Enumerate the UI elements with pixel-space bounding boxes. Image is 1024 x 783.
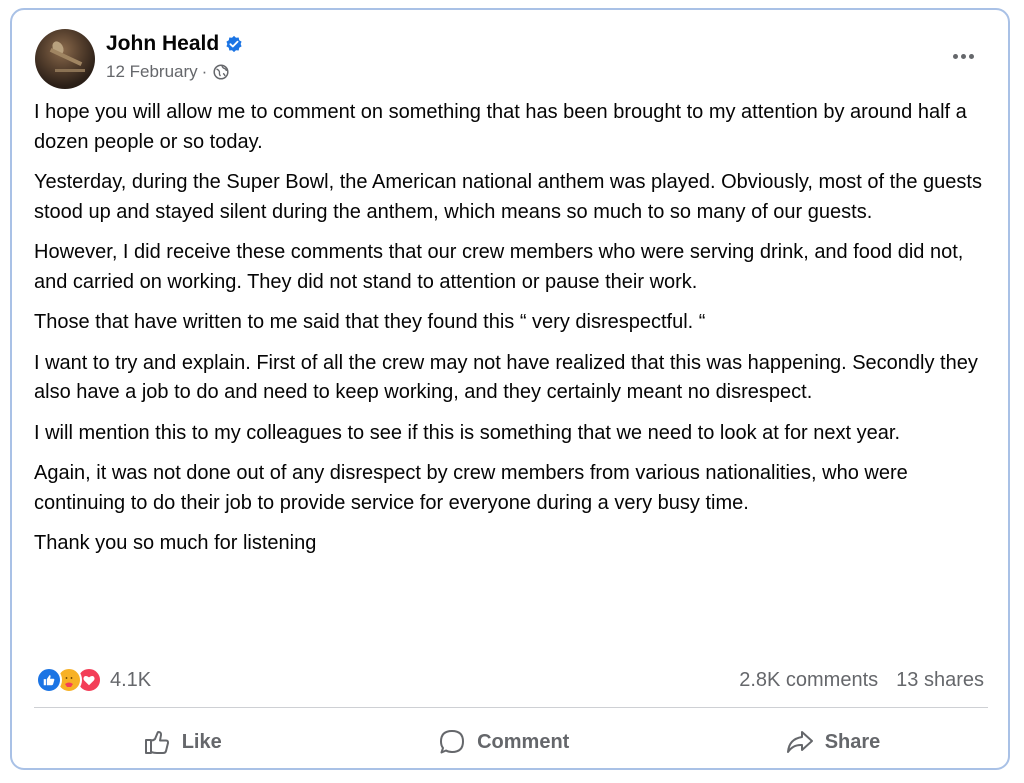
shares-count[interactable]: 13 shares bbox=[896, 669, 984, 692]
post-paragraph: Yesterday, during the Super Bowl, the Am… bbox=[34, 171, 982, 223]
like-button[interactable]: Like bbox=[142, 727, 222, 757]
comment-label: Comment bbox=[477, 730, 570, 753]
globe-icon[interactable] bbox=[213, 64, 229, 80]
post-paragraph: Thank you so much for listening bbox=[34, 532, 317, 554]
engagement-stats: 2.8K comments 13 shares bbox=[739, 666, 984, 694]
post-actions-bar: Like Comment Share bbox=[34, 722, 988, 762]
dot-icon bbox=[968, 53, 974, 59]
share-label: Share bbox=[824, 730, 881, 753]
meta-separator: · bbox=[201, 62, 208, 81]
verified-badge-icon bbox=[226, 35, 242, 53]
post-paragraph: Again, it was not done out of any disres… bbox=[34, 462, 908, 514]
thumbs-up-icon bbox=[144, 731, 169, 754]
post-paragraph: Those that have written to me said that … bbox=[34, 311, 706, 333]
comment-button[interactable]: Comment bbox=[437, 727, 569, 757]
like-label: Like bbox=[181, 730, 222, 753]
comments-count[interactable]: 2.8K comments bbox=[739, 669, 878, 692]
actions-divider bbox=[34, 707, 988, 708]
mic-base-image bbox=[55, 69, 85, 72]
reactions-summary[interactable]: 4.1K bbox=[36, 666, 151, 694]
post-paragraph: I hope you will allow me to comment on s… bbox=[34, 101, 967, 153]
dot-icon bbox=[952, 53, 958, 59]
author-name[interactable]: John Heald bbox=[106, 32, 219, 56]
comment-bubble-icon bbox=[440, 730, 465, 754]
post-body: I hope you will allow me to comment on s… bbox=[34, 98, 994, 570]
mic-stand-image bbox=[49, 48, 83, 66]
reaction-count[interactable]: 4.1K bbox=[110, 669, 151, 692]
dot-icon bbox=[960, 53, 966, 59]
post-card: John Heald 12 February · I hope you will… bbox=[10, 8, 1010, 770]
post-paragraph: I will mention this to my colleagues to … bbox=[34, 421, 900, 444]
post-paragraph: However, I did receive these comments th… bbox=[34, 241, 964, 293]
post-date[interactable]: 12 February bbox=[106, 62, 198, 82]
share-button[interactable]: Share bbox=[785, 727, 881, 757]
author-header: John Heald bbox=[106, 32, 243, 56]
more-options-button[interactable] bbox=[946, 42, 980, 70]
like-reaction-icon bbox=[36, 667, 62, 693]
post-meta: 12 February · bbox=[106, 62, 229, 82]
author-avatar[interactable] bbox=[35, 29, 95, 89]
post-paragraph: I want to try and explain. First of all … bbox=[34, 351, 978, 404]
share-arrow-icon bbox=[786, 731, 813, 753]
